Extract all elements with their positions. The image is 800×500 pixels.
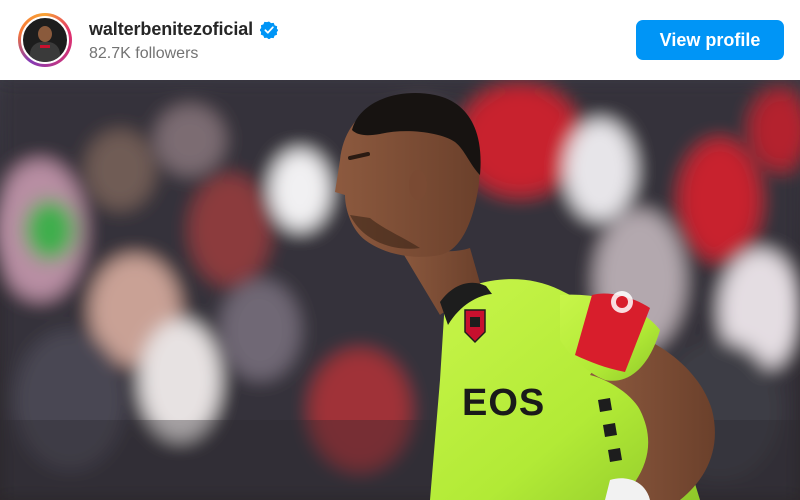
verified-badge-icon [259, 20, 279, 39]
username-row: walterbenitezoficial [89, 19, 279, 40]
view-profile-button[interactable]: View profile [636, 20, 784, 60]
jersey-sponsor-text: EOS [462, 382, 545, 424]
post-header: walterbenitezoficial 82.7K followers Vie… [0, 0, 800, 80]
avatar[interactable] [21, 16, 69, 64]
username[interactable]: walterbenitezoficial [89, 19, 253, 40]
post-photo[interactable]: EOS [0, 80, 800, 500]
goalkeeper-photo: EOS [0, 80, 800, 500]
profile-avatar-ring[interactable] [18, 13, 72, 67]
follower-count: 82.7K followers [89, 45, 199, 62]
